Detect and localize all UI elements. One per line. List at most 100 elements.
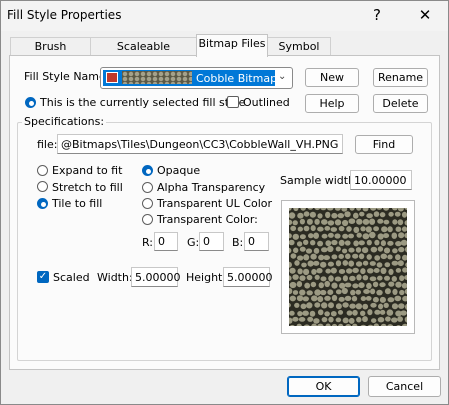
cobblestone xyxy=(301,262,307,268)
cobble-swatch-preview xyxy=(122,71,192,84)
cobblestone xyxy=(352,283,359,289)
cobblestone xyxy=(344,211,351,218)
file-path-field[interactable]: @Bitmaps\Tiles\Dungeon\CC3\CobbleWall_VH… xyxy=(57,134,343,154)
cobblestone xyxy=(377,317,385,323)
cobblestone xyxy=(384,275,390,281)
cobblestone xyxy=(299,275,306,281)
cobblestone xyxy=(321,247,328,253)
cobblestone xyxy=(327,261,334,267)
help-button[interactable]: Help xyxy=(305,94,359,113)
r-field[interactable]: 0 xyxy=(154,232,178,251)
scaled-checkbox[interactable]: ✓ xyxy=(37,271,49,283)
cobblestone xyxy=(374,239,380,246)
cancel-button[interactable]: Cancel xyxy=(368,376,441,397)
transparent-ul-color-radio[interactable] xyxy=(142,198,153,209)
cobblestone xyxy=(292,274,299,280)
cobblestone xyxy=(395,226,402,232)
cobblestone xyxy=(366,254,372,260)
opaque-radio[interactable] xyxy=(142,165,153,176)
bitmap-icon xyxy=(106,72,118,83)
outlined-label: Outlined xyxy=(243,96,290,109)
stretch-to-fill-radio[interactable] xyxy=(37,181,48,192)
cobblestone xyxy=(342,219,349,227)
b-field[interactable]: 0 xyxy=(244,232,269,251)
cobblestone xyxy=(394,211,401,217)
ok-button[interactable]: OK xyxy=(287,376,360,397)
cobblestone xyxy=(387,254,393,260)
chevron-down-icon: ⌄ xyxy=(278,71,287,82)
cobblestone xyxy=(310,240,316,246)
cobblestone xyxy=(360,268,366,275)
cobblestone xyxy=(321,302,328,309)
height-field[interactable]: 5.00000 xyxy=(223,267,273,287)
cobblestone xyxy=(399,289,405,296)
cobblestone xyxy=(335,260,342,267)
cobblestone xyxy=(342,302,349,308)
width-field[interactable]: 5.00000 xyxy=(131,267,181,287)
cobblestone xyxy=(369,276,377,282)
cobblestone xyxy=(353,226,360,234)
alpha-transparency-radio[interactable] xyxy=(142,182,153,193)
cobblestone xyxy=(330,311,337,317)
cobblestone xyxy=(342,233,349,239)
fill-style-dropdown[interactable]: Cobble Bitmap ⌄ xyxy=(100,67,293,89)
window-title: Fill Style Properties xyxy=(7,8,122,22)
outlined-checkbox[interactable] xyxy=(227,96,239,108)
cobblestone xyxy=(382,233,390,239)
cobblestone xyxy=(294,302,300,308)
cobblestone xyxy=(327,245,334,253)
cobblestone xyxy=(290,225,297,232)
cobblestone xyxy=(385,316,391,322)
cobblestone xyxy=(331,254,338,260)
rename-button[interactable]: Rename xyxy=(373,68,428,87)
cobblestone xyxy=(321,219,328,225)
cobblestone xyxy=(296,295,304,302)
cobblestone xyxy=(362,260,369,266)
cobblestone xyxy=(325,211,331,219)
cobblestone xyxy=(299,289,306,296)
new-button[interactable]: New xyxy=(305,68,359,87)
tab-symbol-fills[interactable]: Symbol Fills xyxy=(267,37,331,66)
cobblestone xyxy=(342,248,348,254)
close-button[interactable]: ✕ xyxy=(403,1,447,29)
cobblestone xyxy=(292,220,298,226)
cobblestone xyxy=(324,311,330,317)
expand-to-fit-label: Expand to fit xyxy=(52,164,123,177)
tile-to-fill-radio[interactable] xyxy=(37,198,48,209)
dialog-window: Fill Style Properties ? ✕ Brush Patterns… xyxy=(0,0,449,405)
cobblestone xyxy=(398,246,405,253)
cobblestone xyxy=(292,316,299,322)
cobblestone xyxy=(331,239,338,246)
current-style-radio[interactable] xyxy=(25,97,36,108)
dropdown-selected-text: Cobble Bitmap xyxy=(196,72,278,85)
help-title-button[interactable]: ? xyxy=(355,1,399,29)
cobblestone xyxy=(366,282,372,289)
cobblestone xyxy=(365,226,372,233)
cobblestone xyxy=(388,268,394,275)
cobblestone xyxy=(360,296,367,302)
cobblestone xyxy=(302,310,309,316)
cobblestone xyxy=(331,294,338,302)
transparent-color-radio[interactable] xyxy=(142,214,153,225)
expand-to-fit-radio[interactable] xyxy=(37,165,48,176)
cobblestone xyxy=(303,225,310,232)
delete-button[interactable]: Delete xyxy=(373,94,428,113)
cobblestone xyxy=(365,296,372,301)
cobblestone xyxy=(355,247,362,253)
cobblestone xyxy=(324,295,331,301)
tab-bitmap-files[interactable]: Bitmap Files xyxy=(196,34,268,57)
cobblestone xyxy=(388,211,394,217)
cobblestone xyxy=(327,232,334,238)
cobblestone xyxy=(346,268,353,274)
sample-width-field[interactable]: 10.00000 xyxy=(350,170,412,190)
cobblestone xyxy=(304,282,311,289)
tab-brush-patterns[interactable]: Brush Patterns xyxy=(10,37,91,66)
g-field[interactable]: 0 xyxy=(199,232,224,251)
transparent-color-label: Transparent Color: xyxy=(157,213,258,226)
cobblestone xyxy=(330,267,337,274)
tab-scaleable-hatching[interactable]: Scaleable Hatching xyxy=(90,37,197,66)
find-button[interactable]: Find xyxy=(355,135,413,154)
cobblestone xyxy=(318,282,324,289)
cobblestone xyxy=(352,267,359,273)
cobblestone xyxy=(317,309,324,316)
